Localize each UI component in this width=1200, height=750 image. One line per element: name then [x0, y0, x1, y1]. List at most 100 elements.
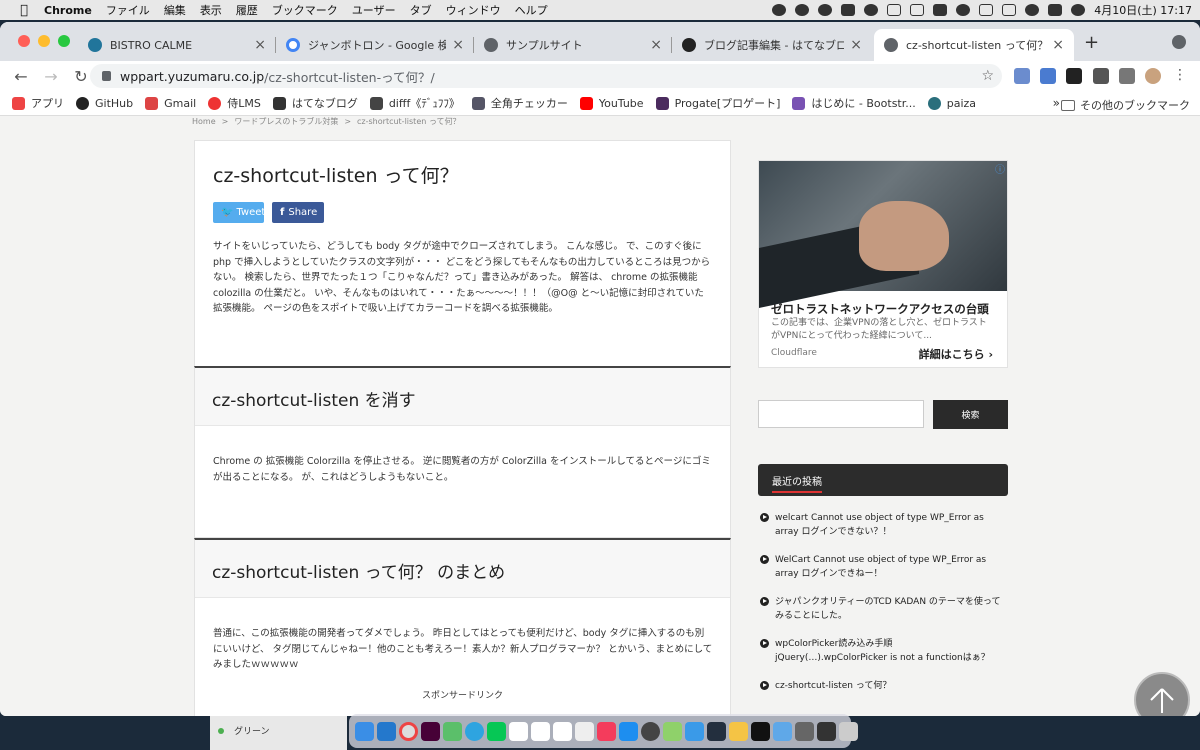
apple-icon[interactable]:  — [14, 3, 34, 18]
vpn-check-icon[interactable] — [864, 4, 879, 16]
bolt-icon[interactable] — [795, 4, 810, 16]
list-item[interactable]: wpColorPicker読み込み手順 jQuery(…).wpColorPic… — [760, 637, 1006, 665]
bookmark-paiza[interactable]: paiza — [927, 96, 976, 110]
breadcrumb-category[interactable]: ワードプレスのトラブル対策 — [234, 116, 338, 127]
sidebar-ad[interactable]: ⓘ ゼロトラストネットワークアクセスの台頭 この記事では、企業VPNの落とし穴と… — [758, 160, 1008, 368]
menubar-clock[interactable]: 4月10日(土) 17:17 — [1094, 2, 1192, 18]
system-prefs-icon[interactable] — [641, 721, 660, 741]
finder-icon[interactable] — [355, 721, 374, 741]
close-tab-icon[interactable]: × — [452, 37, 464, 53]
tweet-button[interactable]: 🐦 Tweet — [213, 202, 265, 223]
tab-cz-shortcut-listen[interactable]: cz-shortcut-listen って何？ | ワ × — [874, 29, 1074, 61]
app-store-icon[interactable] — [619, 721, 638, 741]
slack-icon[interactable] — [509, 721, 528, 741]
list-item[interactable]: ジャパンクオリティーのTCD KADAN のテーマを使ってみることにした。 — [760, 595, 1006, 623]
reading-list-icon[interactable] — [1119, 68, 1135, 84]
menu-view[interactable]: 表示 — [200, 2, 222, 18]
bookmark-apps[interactable]: アプリ — [12, 95, 64, 111]
battery-icon[interactable] — [979, 4, 994, 16]
wifi-icon[interactable] — [1002, 4, 1017, 16]
new-tab-button[interactable]: + — [1084, 32, 1099, 53]
profile-avatar[interactable] — [1145, 68, 1161, 84]
extension-eyedropper-icon[interactable] — [1014, 68, 1030, 84]
menu-window[interactable]: ウィンドウ — [446, 2, 501, 18]
menu-edit[interactable]: 編集 — [164, 2, 186, 18]
bookmark-difff[interactable]: difff《ﾃﾞｭﾌﾌ》 — [369, 95, 460, 111]
search-button[interactable]: 検索 — [933, 400, 1008, 429]
back-to-top-button[interactable] — [1134, 672, 1190, 716]
siri-icon[interactable] — [1071, 4, 1086, 16]
menu-history[interactable]: 履歴 — [236, 2, 258, 18]
menu-file[interactable]: ファイル — [106, 2, 150, 18]
downloads-folder-icon[interactable] — [773, 721, 792, 741]
menu-help[interactable]: ヘルプ — [515, 2, 548, 18]
check-icon[interactable] — [841, 4, 856, 16]
zoom-window-button[interactable] — [58, 35, 70, 47]
bookmark-extension-icon[interactable] — [1066, 68, 1082, 84]
calendar-icon[interactable] — [531, 721, 550, 741]
list-item[interactable]: cz-shortcut-listen って何？ — [760, 679, 1006, 693]
breadcrumb-home[interactable]: Home — [192, 117, 216, 126]
menu-tab[interactable]: タブ — [410, 2, 432, 18]
skype-icon[interactable] — [465, 721, 484, 741]
input-method-icon[interactable] — [933, 4, 948, 16]
terminal-icon[interactable] — [817, 721, 836, 741]
mail-icon[interactable] — [685, 721, 704, 741]
menu-bookmarks[interactable]: ブックマーク — [272, 2, 338, 18]
other-bookmarks[interactable]: その他のブックマーク — [1061, 97, 1190, 113]
creative-cloud-icon[interactable] — [818, 4, 833, 16]
more-bookmarks-button[interactable]: » — [1053, 96, 1060, 110]
tab-bistro-calme[interactable]: BISTRO CALME × — [78, 29, 276, 61]
bookmark-youtube[interactable]: YouTube — [579, 96, 644, 110]
volume-icon[interactable] — [887, 4, 902, 16]
amazon-music-icon[interactable] — [707, 721, 726, 741]
tab-google-search[interactable]: ジャンボトロン - Google 検索 × — [276, 29, 474, 61]
bookmark-progate[interactable]: Progate[プロゲート] — [655, 95, 780, 111]
search-input[interactable] — [758, 400, 924, 428]
cyberduck-icon[interactable] — [729, 721, 748, 741]
github-desktop-icon[interactable] — [751, 721, 770, 741]
xd-icon[interactable] — [421, 721, 440, 741]
close-window-button[interactable] — [18, 35, 30, 47]
bookmark-samurai-lms[interactable]: 侍LMS — [208, 95, 261, 111]
vscode-icon[interactable] — [377, 721, 396, 741]
window-thumb-icon[interactable] — [795, 721, 814, 741]
display-icon[interactable] — [910, 4, 925, 16]
menu-kebab-icon[interactable]: ⋮ — [1172, 68, 1188, 84]
ad-info-icon[interactable]: ⓘ — [995, 161, 1005, 176]
bookmark-star-icon[interactable]: ☆ — [981, 68, 994, 84]
music-icon[interactable] — [597, 721, 616, 741]
reminders-icon[interactable] — [575, 721, 594, 741]
bookmark-zenkaku[interactable]: 全角チェッカー — [471, 95, 568, 111]
list-item[interactable]: welcart Cannot use object of type WP_Err… — [760, 511, 1006, 539]
translate-extension-icon[interactable] — [1040, 68, 1056, 84]
control-center-icon[interactable] — [1048, 4, 1063, 16]
tab-search-icon[interactable] — [1172, 35, 1186, 49]
maps-icon[interactable] — [663, 721, 682, 741]
forward-icon[interactable]: → — [42, 67, 60, 86]
menu-user[interactable]: ユーザー — [352, 2, 396, 18]
close-tab-icon[interactable]: × — [254, 37, 266, 53]
list-item[interactable]: WelCart Cannot use object of type WP_Err… — [760, 553, 1006, 581]
bookmark-hatena[interactable]: はてなブログ — [272, 95, 358, 111]
back-icon[interactable]: ← — [12, 67, 30, 86]
extensions-puzzle-icon[interactable] — [1093, 68, 1109, 84]
bookmark-gmail[interactable]: Gmail — [145, 96, 196, 110]
ad-learn-more-link[interactable]: 詳細はこちら › — [919, 346, 993, 362]
minimize-window-button[interactable] — [38, 35, 50, 47]
facebook-share-button[interactable]: f Share — [272, 202, 324, 223]
chrome-icon[interactable] — [399, 721, 418, 741]
menu-app-chrome[interactable]: Chrome — [44, 4, 92, 17]
elephant-icon[interactable] — [772, 4, 787, 16]
line-icon[interactable] — [487, 721, 506, 741]
close-tab-icon[interactable]: × — [650, 37, 662, 53]
reload-icon[interactable]: ↻ — [72, 67, 90, 86]
search-icon[interactable] — [1025, 4, 1040, 16]
bookmark-github[interactable]: GitHub — [76, 96, 133, 110]
sourcetree-icon[interactable] — [443, 721, 462, 741]
tab-hatena-edit[interactable]: ブログ記事編集 - はてなブログ × — [672, 29, 872, 61]
notes-icon[interactable] — [553, 721, 572, 741]
trash-icon[interactable] — [839, 721, 858, 741]
address-bar[interactable]: wppart.yuzumaru.co.jp/cz-shortcut-listen… — [90, 64, 1002, 88]
bookmark-bootstrap[interactable]: はじめに - Bootstr... — [792, 95, 916, 111]
